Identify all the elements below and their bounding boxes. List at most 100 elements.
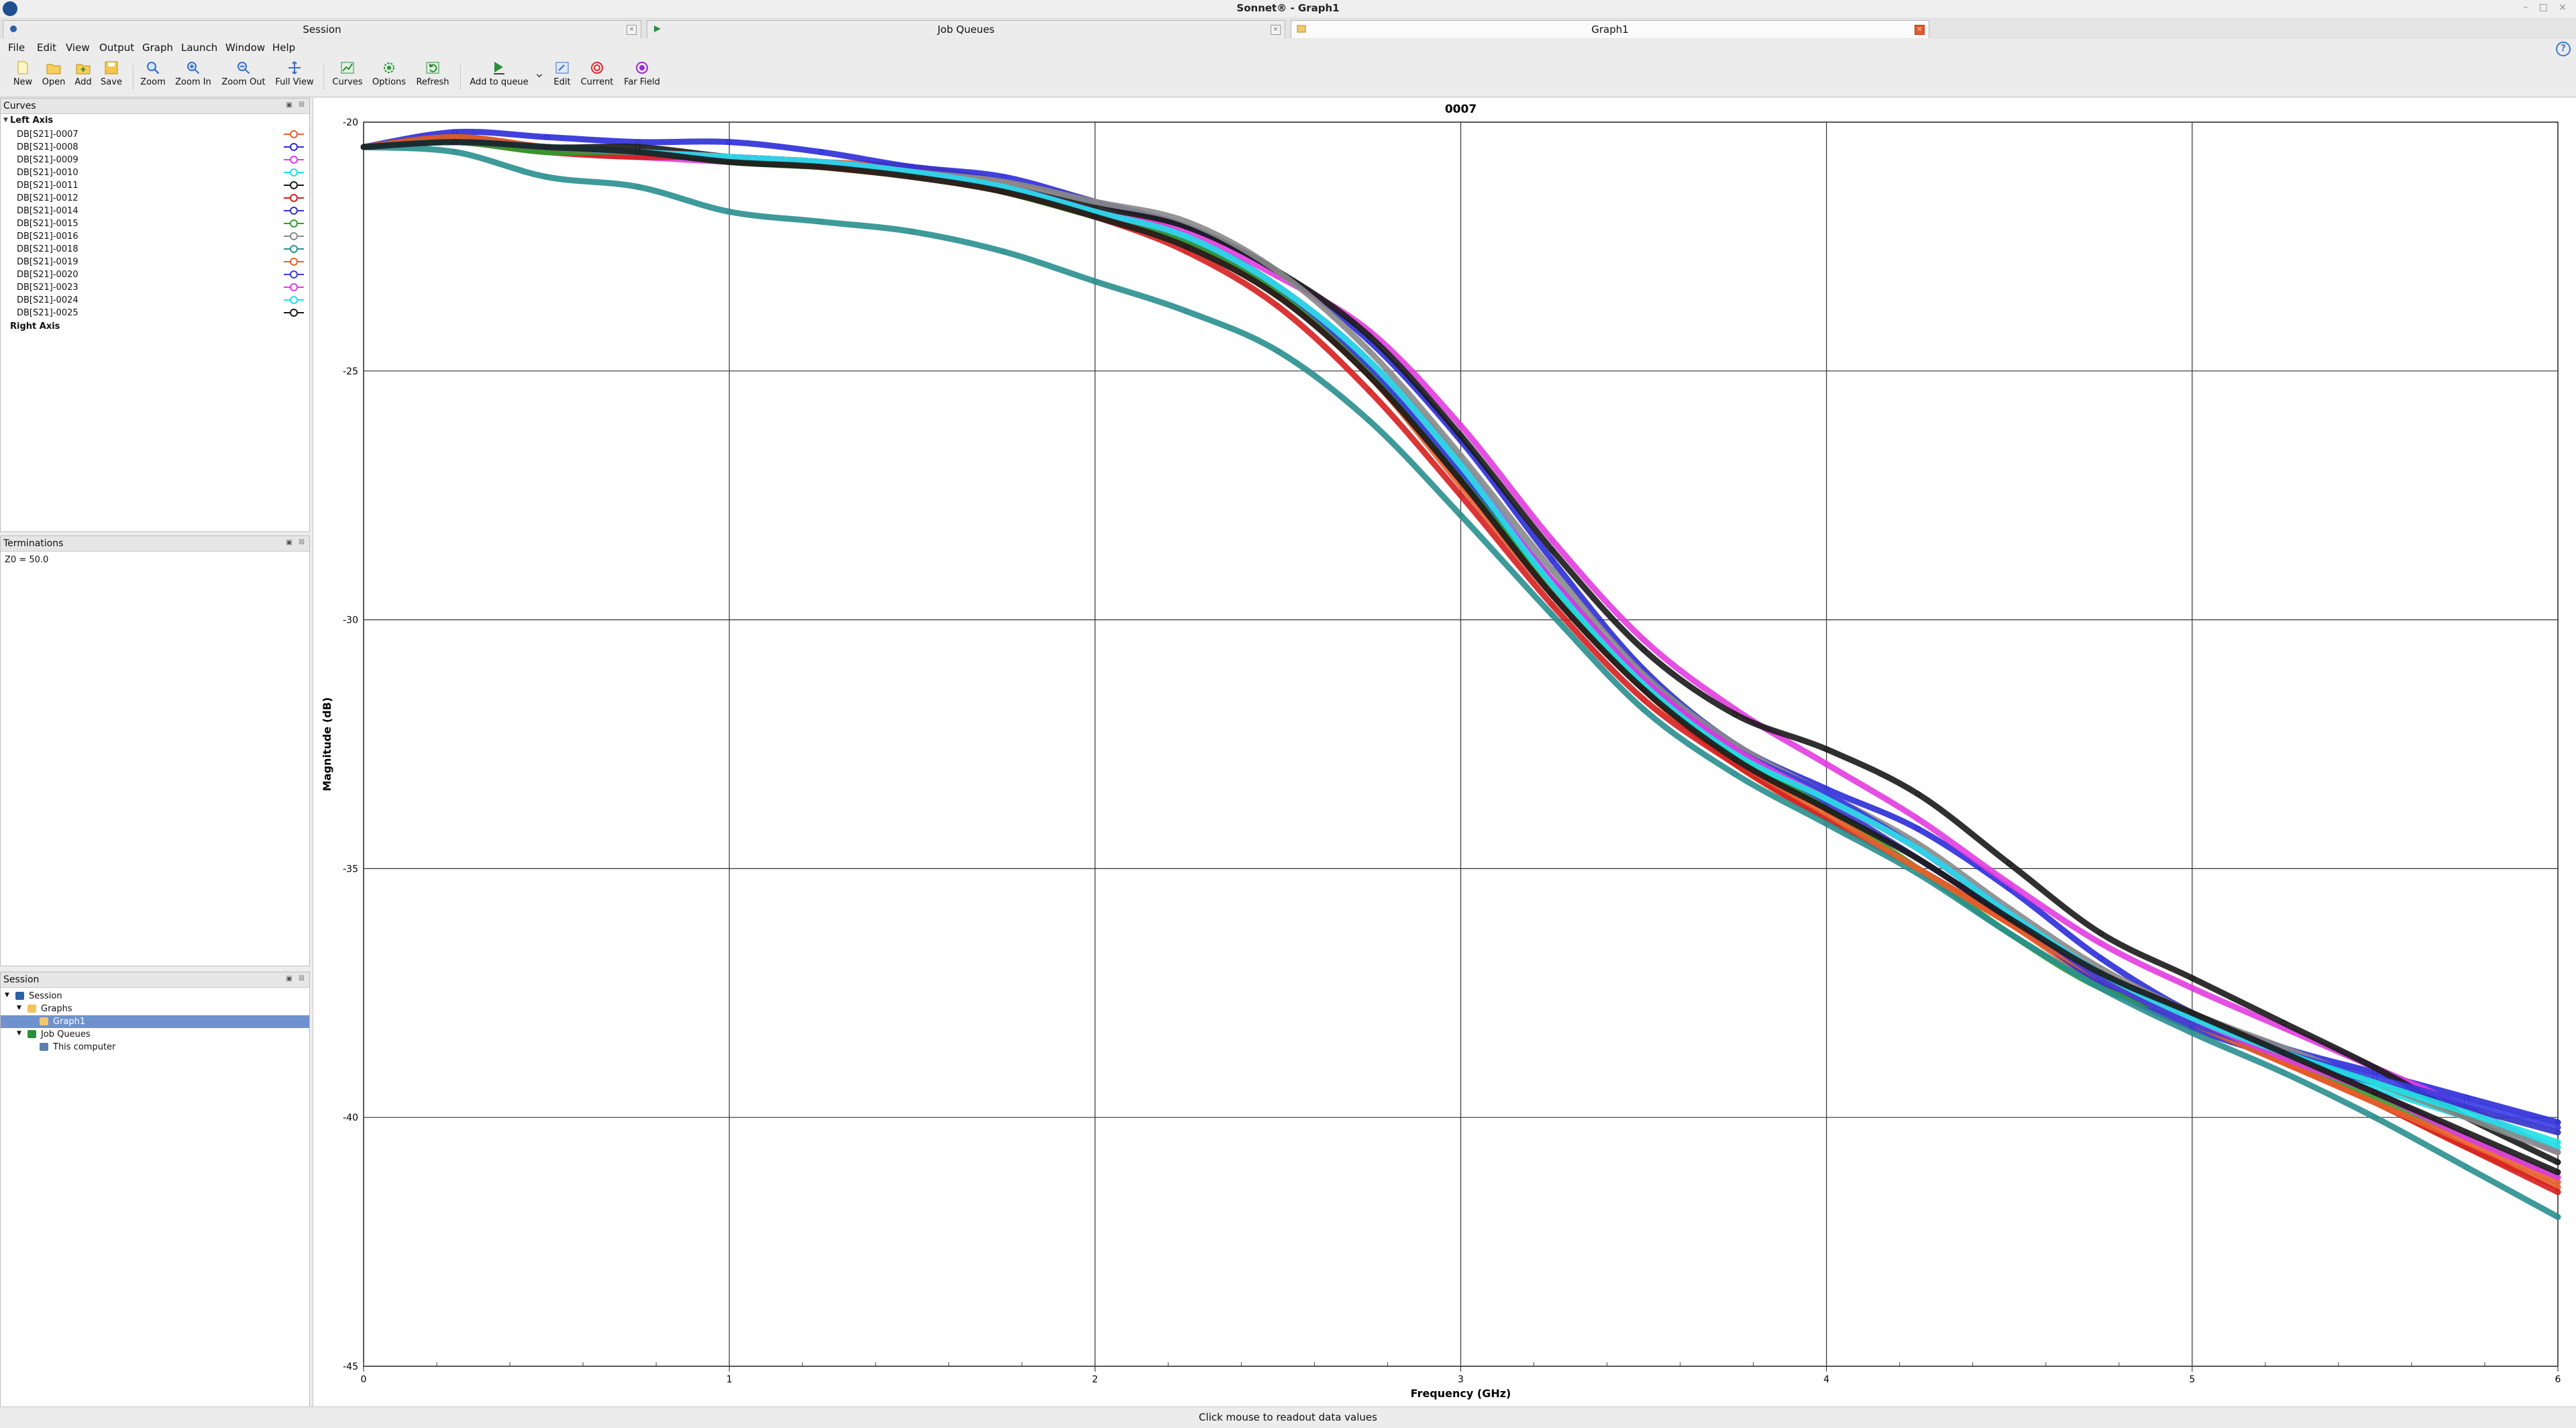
s21-magnitude-chart[interactable]: 0 1 2 3 4 5 6 -20 -25 -30 -35 -40 -45 0007 Frequency (… — [313, 98, 2576, 1407]
new-button[interactable]: New — [9, 60, 36, 94]
edit-button[interactable]: Edit — [550, 60, 574, 94]
tab-session[interactable]: Session × — [3, 20, 641, 38]
far-field-button[interactable]: Far Field — [621, 60, 663, 94]
add-folder-icon — [76, 64, 91, 74]
status-bar: Click mouse to readout data values — [0, 1407, 2576, 1428]
new-file-icon — [17, 61, 28, 74]
curve-list-item[interactable]: DB[S21]-0018 — [1, 243, 309, 256]
menu-edit[interactable]: Edit — [37, 42, 56, 54]
curve-name: DB[S21]-0016 — [17, 232, 78, 242]
add-button-label: Add — [74, 77, 92, 87]
edit-icon — [555, 62, 569, 74]
options-button[interactable]: Options — [370, 60, 408, 94]
session-tree-item[interactable]: Graph1 — [1, 1015, 309, 1028]
session-icon — [15, 992, 24, 1000]
graph-plot-area[interactable]: 0 1 2 3 4 5 6 -20 -25 -30 -35 -40 -45 0007 Frequency (… — [313, 98, 2576, 1407]
y-tick-label: -45 — [343, 1362, 358, 1372]
curves-icon — [341, 62, 354, 74]
curve-list-item[interactable]: DB[S21]-0019 — [1, 256, 309, 268]
edit-button-label: Edit — [553, 77, 571, 87]
expand-triangle-icon[interactable]: ▼ — [3, 117, 8, 123]
open-button-label: Open — [42, 77, 66, 87]
curve-color-swatch-icon — [284, 296, 304, 304]
curve-list-item[interactable]: DB[S21]-0008 — [1, 141, 309, 154]
zoom-in-button[interactable]: Zoom In — [174, 60, 212, 94]
session-tree-item[interactable]: ▼ Session — [1, 990, 309, 1003]
chevron-down-icon — [536, 74, 543, 78]
save-button[interactable]: Save — [98, 60, 125, 94]
add-to-queue-icon — [494, 62, 504, 74]
curve-color-swatch-icon — [284, 219, 304, 227]
add-to-queue-button-label: Add to queue — [470, 77, 529, 87]
tab-graph1[interactable]: Graph1 × — [1291, 20, 1929, 38]
curve-list-item[interactable]: DB[S21]-0012 — [1, 192, 309, 205]
zoom-out-button[interactable]: Zoom Out — [220, 60, 267, 94]
curve-list-item[interactable]: DB[S21]-0011 — [1, 179, 309, 192]
x-tick-label: 2 — [1092, 1374, 1098, 1385]
panel-float-close-icons[interactable]: ▣ ☒ — [286, 975, 307, 982]
menu-window[interactable]: Window — [225, 42, 265, 54]
main-toolbar: New Open Add Save Zoom Zoom In Zoom Out … — [0, 56, 2576, 97]
menu-launch[interactable]: Launch — [181, 42, 217, 54]
refresh-button[interactable]: Refresh — [413, 60, 452, 94]
tab-close-icon[interactable]: × — [1915, 25, 1925, 35]
menu-help[interactable]: Help — [272, 42, 295, 54]
open-button[interactable]: Open — [39, 60, 68, 94]
tab-close-icon[interactable]: × — [627, 25, 637, 35]
tree-item-label: Graphs — [41, 1004, 72, 1014]
tab-label: Job Queues — [937, 23, 995, 36]
panel-float-close-icons[interactable]: ▣ ☒ — [286, 539, 307, 546]
menu-view[interactable]: View — [66, 42, 90, 54]
refresh-button-label: Refresh — [416, 77, 449, 87]
tab-close-icon[interactable]: × — [1271, 25, 1281, 35]
curve-name: DB[S21]-0020 — [17, 270, 78, 280]
y-tick-label: -30 — [343, 615, 358, 626]
menu-file[interactable]: File — [8, 42, 25, 54]
curve-list-item[interactable]: DB[S21]-0024 — [1, 294, 309, 307]
help-icon[interactable]: ? — [2556, 42, 2571, 56]
curve-list-item[interactable]: DB[S21]-0023 — [1, 281, 309, 294]
document-tab-bar: Session × Job Queues × Graph1 × — [0, 17, 2576, 40]
curve-list-item[interactable]: DB[S21]-0007 — [1, 128, 309, 141]
current-icon — [591, 62, 603, 74]
curve-color-swatch-icon — [284, 156, 304, 164]
far-field-icon — [636, 62, 648, 74]
expand-triangle-icon[interactable]: ▼ — [17, 1005, 21, 1011]
curve-list-item[interactable]: DB[S21]-0025 — [1, 307, 309, 319]
curve-color-swatch-icon — [284, 207, 304, 215]
window-controls[interactable]: – □ × — [2523, 2, 2571, 13]
add-button[interactable]: Add — [71, 60, 95, 94]
curves-button[interactable]: Curves — [330, 60, 365, 94]
session-tree-item[interactable]: ▼ Graphs — [1, 1003, 309, 1015]
panel-float-close-icons[interactable]: ▣ ☒ — [286, 101, 307, 109]
expand-triangle-icon[interactable]: ▼ — [5, 992, 9, 999]
menu-graph[interactable]: Graph — [142, 42, 173, 54]
toolbar-separator — [323, 64, 324, 90]
current-button[interactable]: Current — [578, 60, 616, 94]
curve-list-item[interactable]: DB[S21]-0020 — [1, 268, 309, 281]
full-view-icon — [288, 61, 301, 74]
curve-name: DB[S21]-0024 — [17, 295, 78, 305]
curve-name: DB[S21]-0015 — [17, 219, 78, 229]
zoom-button[interactable]: Zoom — [138, 60, 168, 94]
session-panel: Session ▣ ☒ ▼ Session ▼ Graphs Graph1 ▼ Job Qu… — [0, 972, 310, 1408]
full-view-button[interactable]: Full View — [272, 60, 317, 94]
status-text: Click mouse to readout data values — [1199, 1411, 1377, 1423]
expand-triangle-icon[interactable]: ▼ — [17, 1030, 21, 1037]
right-axis-label: Right Axis — [10, 321, 60, 332]
curve-list-item[interactable]: DB[S21]-0016 — [1, 230, 309, 243]
curve-color-swatch-icon — [284, 270, 304, 278]
options-button-label: Options — [372, 77, 407, 87]
add-to-queue-button[interactable]: Add to queue — [467, 60, 531, 94]
curve-list-item[interactable]: DB[S21]-0014 — [1, 205, 309, 217]
curve-list-item[interactable]: DB[S21]-0009 — [1, 154, 309, 166]
session-tree-item[interactable]: This computer — [1, 1041, 309, 1054]
add-to-queue-dropdown[interactable] — [534, 60, 545, 94]
curve-list-item[interactable]: DB[S21]-0010 — [1, 166, 309, 179]
curve-list-item[interactable]: DB[S21]-0015 — [1, 217, 309, 230]
full-view-button-label: Full View — [275, 77, 314, 87]
options-gear-icon — [384, 62, 394, 73]
tab-job-queues[interactable]: Job Queues × — [647, 20, 1285, 38]
session-tree-item[interactable]: ▼ Job Queues — [1, 1028, 309, 1041]
menu-output[interactable]: Output — [99, 42, 134, 54]
